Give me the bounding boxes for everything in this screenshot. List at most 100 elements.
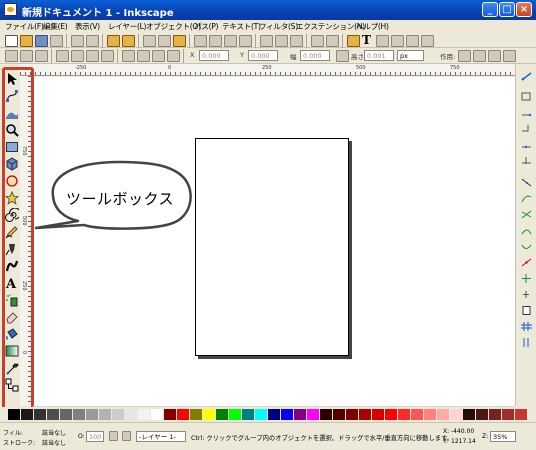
color-swatch[interactable] (502, 409, 514, 420)
group-icon[interactable] (311, 35, 324, 47)
color-swatch[interactable] (476, 409, 488, 420)
scale-corners-icon[interactable] (473, 50, 486, 62)
new-document-icon[interactable] (5, 35, 18, 47)
color-swatch[interactable] (73, 409, 85, 420)
select-all-icon[interactable] (5, 50, 18, 62)
scale-stroke-icon[interactable] (458, 50, 471, 62)
snap-paths-icon[interactable] (521, 194, 532, 203)
duplicate-icon[interactable] (260, 35, 273, 47)
w-field[interactable]: 0.000 (300, 50, 330, 61)
menu-help[interactable]: ヘルプ(H) (356, 21, 389, 32)
lower-icon[interactable] (152, 50, 165, 62)
zoom-width-icon[interactable] (239, 35, 252, 47)
zoom-page-icon[interactable] (224, 35, 237, 47)
snap-intersections-icon[interactable] (521, 210, 532, 219)
zoom-field[interactable]: 35% (490, 431, 516, 442)
close-button[interactable]: × (516, 2, 532, 17)
color-swatch[interactable] (21, 409, 33, 420)
flip-horizontal-icon[interactable] (86, 50, 99, 62)
color-swatch[interactable] (359, 409, 371, 420)
menu-path[interactable]: パス(P) (194, 21, 219, 32)
color-swatch[interactable] (372, 409, 384, 420)
cut-icon[interactable] (158, 35, 171, 47)
snap-grid-icon[interactable] (521, 322, 532, 331)
move-gradients-icon[interactable] (488, 50, 501, 62)
color-swatch[interactable] (112, 409, 124, 420)
ungroup-icon[interactable] (326, 35, 339, 47)
snap-guides-icon[interactable] (521, 338, 532, 347)
x-field[interactable]: 0.000 (199, 50, 229, 61)
color-swatch[interactable] (164, 409, 176, 420)
color-swatch[interactable] (307, 409, 319, 420)
layer-select[interactable]: -レイヤー 1- (136, 431, 186, 442)
align-distribute-icon[interactable] (406, 35, 419, 47)
snap-cusp-nodes-icon[interactable] (521, 226, 532, 235)
color-swatch[interactable] (320, 409, 332, 420)
snap-toggle-icon[interactable] (521, 72, 532, 81)
snap-bbox-corner-icon[interactable] (521, 124, 532, 133)
save-icon[interactable] (35, 35, 48, 47)
color-swatch[interactable] (216, 409, 228, 420)
opacity-field[interactable]: 100 (86, 431, 104, 442)
zoom-selection-icon[interactable] (194, 35, 207, 47)
lower-to-bottom-icon[interactable] (167, 50, 180, 62)
minimize-button[interactable]: _ (482, 2, 498, 17)
raise-to-top-icon[interactable] (122, 50, 135, 62)
snap-rotation-centers-icon[interactable] (521, 290, 532, 299)
color-swatch[interactable] (86, 409, 98, 420)
color-swatch[interactable] (333, 409, 345, 420)
color-swatch[interactable] (385, 409, 397, 420)
zoom-drawing-icon[interactable] (209, 35, 222, 47)
raise-icon[interactable] (137, 50, 150, 62)
h-field[interactable]: 0.001 (364, 50, 394, 61)
color-swatch[interactable] (151, 409, 163, 420)
color-swatch[interactable] (463, 409, 475, 420)
snap-midpoints-icon[interactable] (521, 258, 532, 267)
visibility-icon[interactable] (109, 431, 118, 441)
lock-icon[interactable] (336, 50, 349, 62)
color-swatch[interactable] (281, 409, 293, 420)
menu-file[interactable]: ファイル(F) (5, 21, 44, 32)
color-swatch[interactable] (8, 409, 20, 420)
rotate-ccw-icon[interactable] (56, 50, 69, 62)
color-swatch[interactable] (489, 409, 501, 420)
color-swatch[interactable] (47, 409, 59, 420)
color-swatch[interactable] (437, 409, 449, 420)
snap-bbox-edge-icon[interactable] (521, 108, 532, 117)
rotate-cw-icon[interactable] (71, 50, 84, 62)
color-swatch[interactable] (99, 409, 111, 420)
open-icon[interactable] (20, 35, 33, 47)
color-swatch[interactable] (255, 409, 267, 420)
snap-page-border-icon[interactable] (521, 306, 532, 315)
menu-view[interactable]: 表示(V) (75, 21, 100, 32)
export-icon[interactable] (86, 35, 99, 47)
menu-text[interactable]: テキスト(T) (222, 21, 261, 32)
color-swatch[interactable] (125, 409, 137, 420)
unlink-clone-icon[interactable] (290, 35, 303, 47)
snap-object-centers-icon[interactable] (521, 274, 532, 283)
move-patterns-icon[interactable] (503, 50, 516, 62)
fill-stroke-icon[interactable] (347, 35, 360, 47)
color-swatch[interactable] (346, 409, 358, 420)
flip-vertical-icon[interactable] (101, 50, 114, 62)
color-swatch[interactable] (60, 409, 72, 420)
text-font-icon[interactable]: T (362, 33, 371, 47)
color-swatch[interactable] (515, 409, 527, 420)
snap-bbox-icon[interactable] (521, 92, 532, 101)
color-swatch[interactable] (398, 409, 410, 420)
snap-bbox-center-icon[interactable] (521, 156, 532, 165)
copy-icon[interactable] (143, 35, 156, 47)
menu-edit[interactable]: 編集(E) (43, 21, 68, 32)
color-swatch[interactable] (229, 409, 241, 420)
snap-smooth-nodes-icon[interactable] (521, 242, 532, 251)
undo-icon[interactable] (107, 35, 120, 47)
color-swatch[interactable] (203, 409, 215, 420)
print-icon[interactable] (50, 35, 63, 47)
color-swatch[interactable] (34, 409, 46, 420)
paste-icon[interactable] (173, 35, 186, 47)
menu-layer[interactable]: レイヤー(L) (108, 21, 147, 32)
color-swatch[interactable] (177, 409, 189, 420)
document-page[interactable] (195, 138, 349, 356)
layers-icon[interactable] (376, 35, 389, 47)
menu-object[interactable]: オブジェクト(O) (146, 21, 201, 32)
